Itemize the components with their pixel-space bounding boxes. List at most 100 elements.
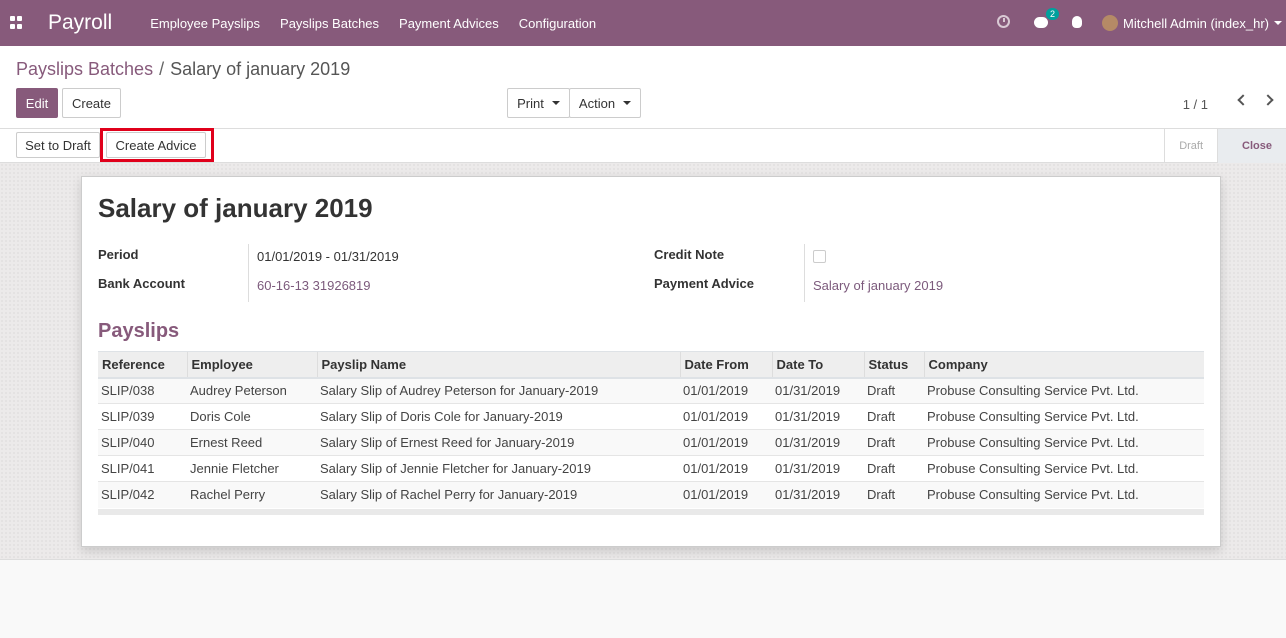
pager-previous-icon[interactable] (1237, 94, 1249, 106)
cell-reference: SLIP/041 (98, 455, 187, 482)
caret-down-icon (1274, 21, 1282, 25)
cell-date-from: 01/01/2019 (680, 377, 772, 404)
activity-clock-icon[interactable] (997, 15, 1011, 31)
table-footer (98, 509, 1204, 515)
message-count-badge: 2 (1046, 7, 1060, 20)
table-row[interactable]: SLIP/040 Ernest Reed Salary Slip of Erne… (98, 429, 1204, 456)
cell-status: Draft (864, 455, 924, 482)
bank-account-link[interactable]: 60-16-13 31926819 (257, 278, 371, 293)
column-header-status[interactable]: Status (863, 351, 924, 379)
breadcrumb-separator: / (159, 59, 165, 79)
avatar (1102, 15, 1119, 31)
stage-close[interactable]: Close (1217, 129, 1286, 163)
cell-payslip-name: Salary Slip of Doris Cole for January-20… (317, 403, 680, 430)
menu-payment-advices[interactable]: Payment Advices (399, 16, 499, 31)
column-header-company[interactable]: Company (923, 351, 1204, 379)
payslips-table: Reference Employee Payslip Name Date Fro… (98, 351, 1204, 508)
pager-next-icon[interactable] (1262, 94, 1274, 106)
cell-date-to: 01/31/2019 (772, 403, 864, 430)
form-sheet: Salary of january 2019 Period 01/01/2019… (81, 176, 1221, 547)
divider (248, 244, 249, 302)
cell-reference: SLIP/039 (98, 403, 187, 430)
cell-date-from: 01/01/2019 (680, 481, 772, 508)
control-panel: Payslips Batches / Salary of january 2019 … (0, 46, 1286, 129)
stage-draft[interactable]: Draft (1164, 129, 1217, 163)
set-to-draft-button[interactable]: Set to Draft (16, 132, 100, 158)
menu-payslips-batches[interactable]: Payslips Batches (280, 16, 379, 31)
divider (804, 244, 805, 302)
cell-employee: Rachel Perry (187, 481, 317, 508)
edit-button[interactable]: Edit (16, 88, 58, 118)
highlight-box (100, 128, 214, 162)
cell-company: Probuse Consulting Service Pvt. Ltd. (924, 455, 1204, 482)
cell-date-from: 01/01/2019 (680, 429, 772, 456)
action-dropdown[interactable]: Action (569, 88, 641, 118)
user-menu[interactable]: Mitchell Admin (index_hr) (1102, 15, 1282, 31)
caret-down-icon (551, 101, 560, 105)
cell-status: Draft (864, 403, 924, 430)
column-header-employee[interactable]: Employee (186, 351, 317, 379)
caret-down-icon (623, 101, 632, 105)
cell-company: Probuse Consulting Service Pvt. Ltd. (924, 403, 1204, 430)
menu-configuration[interactable]: Configuration (519, 16, 596, 31)
menu-employee-payslips[interactable]: Employee Payslips (150, 16, 260, 31)
page-bottom (0, 561, 1286, 638)
status-stages: Draft Close (1164, 129, 1286, 163)
cell-company: Probuse Consulting Service Pvt. Ltd. (924, 481, 1204, 508)
period-value: 01/01/2019 - 01/31/2019 (257, 249, 399, 264)
cell-employee: Jennie Fletcher (187, 455, 317, 482)
cell-date-from: 01/01/2019 (680, 403, 772, 430)
pager-value[interactable]: 1 / 1 (1183, 97, 1208, 112)
payslips-section-title: Payslips (98, 320, 180, 342)
cell-status: Draft (864, 377, 924, 404)
column-header-payslip-name[interactable]: Payslip Name (316, 351, 680, 379)
breadcrumb-parent-link[interactable]: Payslips Batches (16, 59, 153, 79)
cell-payslip-name: Salary Slip of Audrey Peterson for Janua… (317, 377, 680, 404)
cell-payslip-name: Salary Slip of Ernest Reed for January-2… (317, 429, 680, 456)
payment-advice-link[interactable]: Salary of january 2019 (813, 278, 943, 293)
breadcrumb-current: Salary of january 2019 (170, 59, 351, 79)
cell-date-from: 01/01/2019 (680, 455, 772, 482)
cell-company: Probuse Consulting Service Pvt. Ltd. (924, 429, 1204, 456)
cell-payslip-name: Salary Slip of Jennie Fletcher for Janua… (317, 455, 680, 482)
credit-note-label: Credit Note (654, 247, 725, 262)
table-row[interactable]: SLIP/038 Audrey Peterson Salary Slip of … (98, 377, 1204, 404)
record-title: Salary of january 2019 (98, 193, 373, 223)
top-navbar: Payroll Employee Payslips Payslips Batch… (0, 0, 1286, 46)
column-header-date-to[interactable]: Date To (771, 351, 864, 379)
cell-company: Probuse Consulting Service Pvt. Ltd. (924, 377, 1204, 404)
cell-status: Draft (864, 481, 924, 508)
create-button[interactable]: Create (62, 88, 121, 118)
cell-employee: Audrey Peterson (187, 377, 317, 404)
print-dropdown[interactable]: Print (507, 88, 570, 118)
cell-status: Draft (864, 429, 924, 456)
debug-bug-icon[interactable] (1072, 15, 1083, 31)
payment-advice-label: Payment Advice (654, 276, 754, 291)
action-label: Action (578, 95, 616, 111)
cell-date-to: 01/31/2019 (772, 377, 864, 404)
table-row[interactable]: SLIP/039 Doris Cole Salary Slip of Doris… (98, 403, 1204, 430)
print-label: Print (517, 95, 544, 111)
user-name: Mitchell Admin (index_hr) (1123, 15, 1269, 31)
app-title[interactable]: Payroll (48, 11, 112, 35)
cell-payslip-name: Salary Slip of Rachel Perry for January-… (317, 481, 680, 508)
cell-date-to: 01/31/2019 (772, 455, 864, 482)
messages-icon[interactable]: 2 (1034, 7, 1060, 31)
period-label: Period (98, 247, 139, 262)
column-header-reference[interactable]: Reference (98, 351, 187, 379)
cell-reference: SLIP/042 (98, 481, 187, 508)
credit-note-checkbox[interactable] (813, 250, 826, 263)
column-header-date-from[interactable]: Date From (679, 351, 772, 379)
cell-employee: Ernest Reed (187, 429, 317, 456)
breadcrumb: Payslips Batches / Salary of january 2019 (16, 59, 350, 80)
cell-reference: SLIP/038 (98, 377, 187, 404)
cell-date-to: 01/31/2019 (772, 429, 864, 456)
apps-menu-icon[interactable] (10, 16, 24, 30)
bank-account-label: Bank Account (98, 276, 185, 291)
table-row[interactable]: SLIP/041 Jennie Fletcher Salary Slip of … (98, 455, 1204, 482)
cell-employee: Doris Cole (187, 403, 317, 430)
cell-reference: SLIP/040 (98, 429, 187, 456)
table-row[interactable]: SLIP/042 Rachel Perry Salary Slip of Rac… (98, 481, 1204, 508)
table-header-row: Reference Employee Payslip Name Date Fro… (98, 351, 1204, 379)
cell-date-to: 01/31/2019 (772, 481, 864, 508)
